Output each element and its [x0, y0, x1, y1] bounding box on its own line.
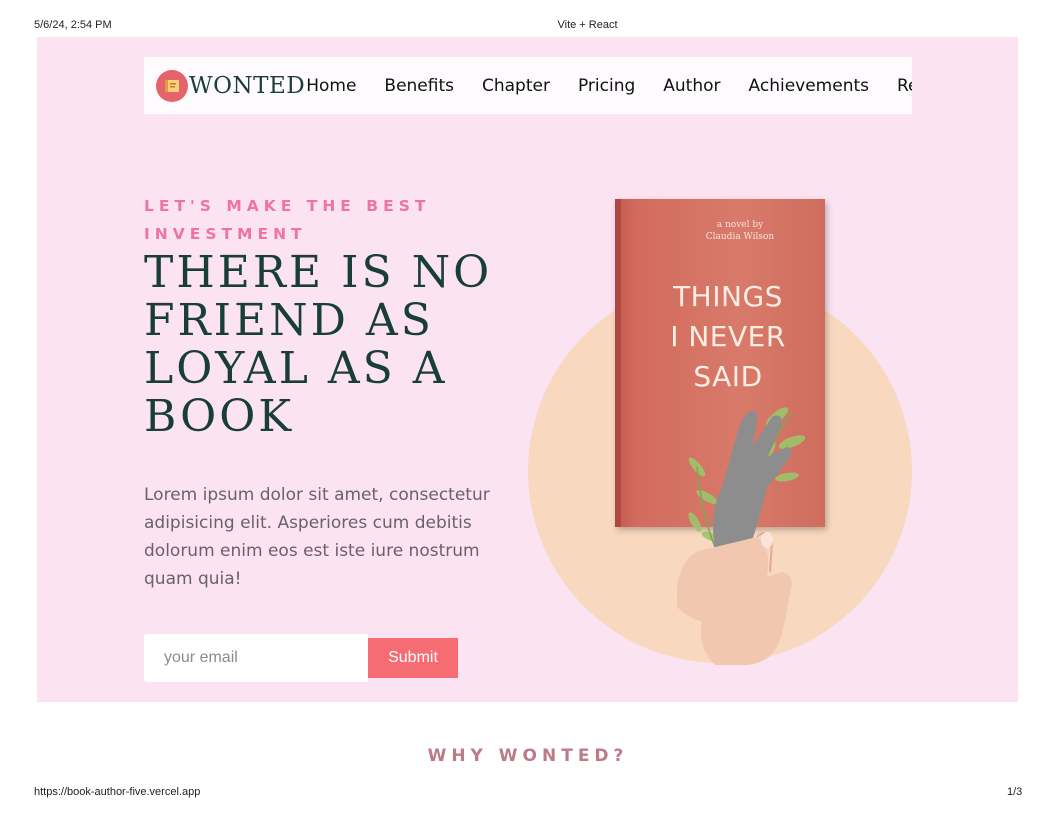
nav-item-achievements[interactable]: Achievements	[749, 76, 869, 96]
headline-line-1: THERE IS NO	[144, 247, 493, 298]
hero-description: Lorem ipsum dolor sit amet, consectetur …	[144, 485, 490, 589]
brand-name: WONTED	[189, 72, 306, 99]
book-byline-line-1: a novel by	[716, 220, 764, 230]
subscribe-form: Submit	[144, 634, 458, 682]
nav-item-author[interactable]: Author	[663, 76, 720, 96]
eyebrow-line-1: LET'S MAKE THE BEST	[144, 197, 431, 215]
headline-line-2: FRIEND AS	[144, 295, 434, 346]
email-input[interactable]	[144, 634, 368, 682]
book-author-name: Claudia Wilson	[705, 232, 775, 242]
hand-illustration	[677, 407, 806, 665]
hero-section: WONTED Home Benefits Chapter Pricing Aut…	[37, 37, 1018, 702]
navbar: WONTED Home Benefits Chapter Pricing Aut…	[144, 57, 912, 114]
hero-headline: THERE IS NO FRIEND AS LOYAL AS A BOOK	[144, 249, 524, 441]
nav-item-pricing[interactable]: Pricing	[578, 76, 635, 96]
book-title-line-1: THINGS	[673, 280, 783, 313]
nav-item-chapter[interactable]: Chapter	[482, 76, 550, 96]
nav-item-benefits[interactable]: Benefits	[384, 76, 454, 96]
why-wonted-heading: WHY WONTED?	[427, 746, 629, 766]
submit-button[interactable]: Submit	[368, 638, 458, 678]
print-url: https://book-author-five.vercel.app	[34, 786, 201, 798]
print-header: 5/6/24, 2:54 PM Vite + React	[0, 0, 1056, 37]
headline-line-4: BOOK	[144, 391, 295, 442]
nav-item-reviews[interactable]: Reviews	[897, 76, 912, 96]
book-byline: a novel by Claudia Wilson	[675, 219, 805, 243]
brand-logo[interactable]: WONTED	[156, 69, 306, 102]
nav-item-home[interactable]: Home	[306, 76, 356, 96]
print-title: Vite + React	[557, 19, 618, 31]
eyebrow-line-2: INVESTMENT	[144, 225, 307, 243]
print-page-number: 1/3	[1007, 786, 1023, 798]
book-logo-icon	[156, 69, 188, 102]
print-footer: https://book-author-five.vercel.app 1/3	[0, 780, 1056, 816]
hero-text: LET'S MAKE THE BEST INVESTMENT THERE IS …	[144, 192, 524, 593]
headline-line-3: LOYAL AS A	[144, 343, 448, 394]
nav-menu: Home Benefits Chapter Pricing Author Ach…	[305, 76, 912, 96]
